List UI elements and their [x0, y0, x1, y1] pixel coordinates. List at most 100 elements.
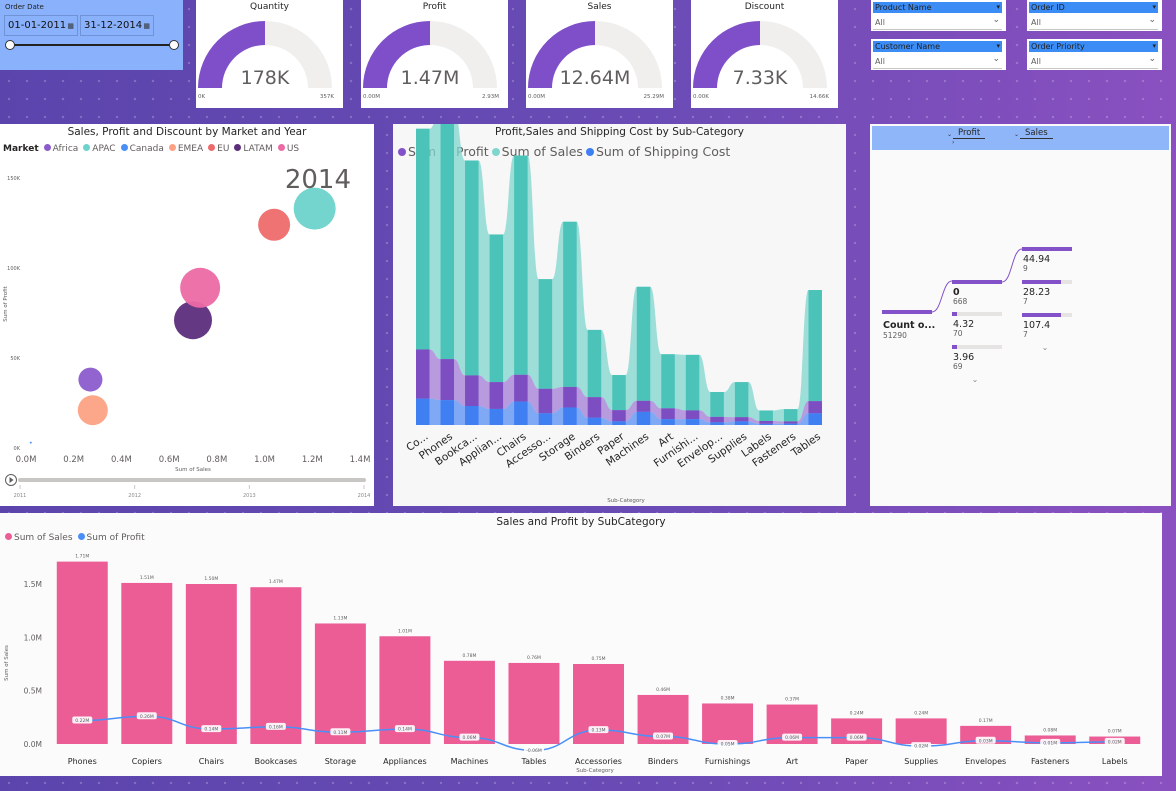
bar-profit[interactable] — [734, 417, 749, 422]
bar-profit[interactable] — [808, 401, 822, 414]
bubble-us[interactable] — [180, 267, 221, 308]
kpi-title: Quantity — [250, 2, 289, 12]
bar-sales-storage[interactable] — [314, 623, 366, 744]
bar-shipping[interactable] — [661, 419, 675, 425]
bar-shipping[interactable] — [808, 413, 822, 425]
bubble-canada[interactable] — [29, 441, 32, 444]
bar-sales[interactable] — [440, 124, 455, 360]
bar-shipping[interactable] — [587, 417, 602, 425]
bar-sales[interactable] — [661, 354, 675, 409]
bubble-apac[interactable] — [293, 187, 336, 230]
bar-sales[interactable] — [808, 290, 822, 402]
bar-fill — [952, 345, 957, 349]
bubble-africa[interactable] — [78, 367, 103, 392]
root-node-label[interactable]: Count o... — [883, 320, 935, 331]
gauge-max: 14.66K — [810, 94, 830, 100]
bar-shipping[interactable] — [538, 413, 553, 425]
bar-profit[interactable] — [416, 349, 430, 399]
chevron-down-icon: ▾ — [1152, 42, 1156, 50]
bar-sales[interactable] — [563, 221, 577, 387]
slicer-value: All — [1031, 57, 1041, 66]
bar-sales[interactable] — [710, 392, 724, 417]
bar-profit[interactable] — [538, 388, 553, 414]
bar-profit[interactable] — [661, 408, 675, 420]
bar-fill — [1022, 280, 1061, 284]
chevron-down-icon[interactable]: ⌄ — [992, 54, 1000, 64]
bar-sales[interactable] — [489, 234, 504, 383]
x-tick-label: 0.2M — [63, 455, 84, 465]
expand-more-icon[interactable]: ⌄ — [1042, 343, 1049, 352]
end-date-input[interactable]: 31-12-2014 ▦ — [80, 15, 154, 36]
bar-profit[interactable] — [759, 420, 773, 424]
bar-profit[interactable] — [489, 382, 504, 409]
bar-shipping[interactable] — [440, 400, 455, 425]
bar-profit[interactable] — [514, 374, 528, 402]
start-date-input[interactable]: 01-01-2011 ▦ — [4, 15, 78, 36]
chevron-down-icon[interactable]: ⌄ — [1148, 15, 1156, 25]
bar-sales[interactable] — [759, 410, 773, 421]
order-priority-slicer[interactable]: Order Priority ▾ All ⌄ — [1027, 39, 1162, 70]
bar-sales[interactable] — [587, 329, 602, 398]
bar-profit[interactable] — [587, 397, 602, 418]
bar-sales-supplies[interactable] — [895, 718, 947, 744]
bar-sales-bookcases[interactable] — [250, 587, 302, 744]
bar-shipping[interactable] — [612, 421, 626, 425]
bar-sales[interactable] — [465, 160, 479, 376]
calendar-icon[interactable]: ▦ — [143, 22, 150, 30]
x-tick-label: 1.0M — [254, 455, 275, 465]
bar-sales-tables[interactable] — [508, 662, 560, 744]
bar-profit[interactable] — [465, 375, 479, 406]
bar-profit[interactable] — [612, 410, 626, 422]
combo-chart-card: Sales and Profit by SubCategory Sum of S… — [0, 513, 1162, 776]
product-name-slicer[interactable]: Product Name ▾ All ⌄ — [871, 0, 1006, 31]
y-tick-label: 0K — [14, 446, 21, 452]
bubble-emea[interactable] — [77, 395, 108, 426]
bar-profit[interactable] — [710, 416, 724, 423]
bar-shipping[interactable] — [465, 405, 479, 425]
bar-sales-copiers[interactable] — [121, 582, 173, 744]
bar-sales[interactable] — [783, 409, 798, 422]
bubble-eu[interactable] — [258, 208, 291, 241]
ribbon-chart[interactable]: Co...PhonesBookca...Applian...ChairsAcce… — [393, 124, 846, 506]
bar-sales[interactable] — [734, 382, 749, 418]
bar-profit[interactable] — [440, 359, 455, 401]
bubble-latam[interactable] — [174, 301, 212, 340]
bar-shipping[interactable] — [710, 422, 724, 425]
bar-profit[interactable] — [636, 400, 651, 412]
svg-text:0.06M: 0.06M — [785, 735, 799, 741]
decomposition-tree[interactable]: Count o...5129006684.32703.9669⌄44.94928… — [870, 124, 1171, 506]
bar-sales[interactable] — [416, 128, 430, 350]
bar-sales-furnishings[interactable] — [702, 703, 754, 744]
bar-sales-machines[interactable] — [443, 660, 495, 744]
range-start-handle[interactable] — [5, 40, 15, 50]
gauge: 7.33K 0.00K 14.66K — [693, 21, 830, 100]
bar-sales[interactable] — [636, 286, 651, 401]
bar-sales-chairs[interactable] — [185, 584, 237, 744]
bar-profit[interactable] — [563, 386, 577, 408]
bar-shipping[interactable] — [416, 398, 430, 425]
chevron-down-icon[interactable]: ⌄ — [992, 15, 1000, 25]
range-end-handle[interactable] — [169, 40, 179, 50]
bar-shipping[interactable] — [563, 407, 577, 425]
bar-sales[interactable] — [514, 155, 528, 375]
bar-shipping[interactable] — [514, 401, 528, 425]
order-id-slicer[interactable]: Order ID ▾ All ⌄ — [1027, 0, 1162, 31]
bar-shipping[interactable] — [636, 411, 651, 425]
bar-profit[interactable] — [783, 421, 798, 424]
bar-shipping[interactable] — [489, 408, 504, 425]
chevron-down-icon[interactable]: ⌄ — [1148, 54, 1156, 64]
bar-sales[interactable] — [685, 354, 700, 411]
calendar-icon[interactable]: ▦ — [67, 22, 74, 30]
scatter-plot[interactable]: 0.0M 0.2M 0.4M 0.6M 0.8M 1.0M 1.2M 1.4M 0K 50K 100… — [0, 124, 374, 506]
data-label: 1.13M — [333, 615, 347, 621]
bar-shipping[interactable] — [734, 421, 749, 425]
bar-shipping[interactable] — [759, 423, 773, 425]
expand-more-icon[interactable]: ⌄ — [972, 375, 979, 384]
combo-chart[interactable]: 0.0M 0.5M 1.0M 1.5M Sum of Sales 1.71M Phones 1… — [0, 513, 1162, 776]
customer-name-slicer[interactable]: Customer Name ▾ All ⌄ — [871, 39, 1006, 70]
bar-profit[interactable] — [685, 410, 700, 420]
bar-shipping[interactable] — [783, 423, 798, 425]
bar-sales[interactable] — [612, 375, 626, 411]
bar-shipping[interactable] — [685, 419, 700, 425]
bar-sales[interactable] — [538, 279, 553, 389]
